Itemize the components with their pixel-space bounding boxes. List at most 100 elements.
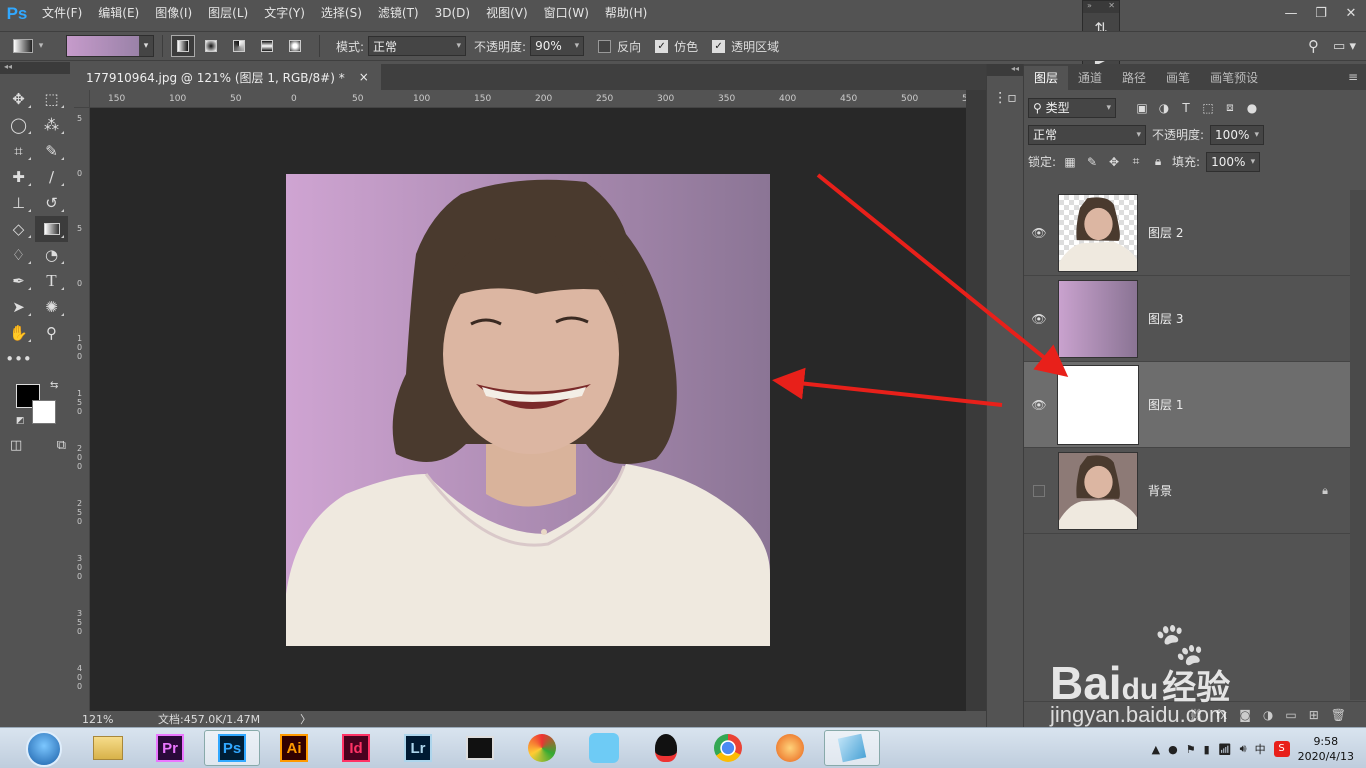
layer-name[interactable]: 图层 3 <box>1148 310 1183 327</box>
qq-icon[interactable] <box>638 730 694 766</box>
fill-input[interactable]: 100% ▾ <box>1206 151 1261 172</box>
taskbar-lightroom[interactable]: Lr <box>390 730 446 766</box>
canvas-scrollbar[interactable] <box>966 90 986 711</box>
document-tab[interactable]: 177910964.jpg @ 121% (图层 1, RGB/8#) * × <box>74 64 381 90</box>
gradient-tool-icon[interactable] <box>35 216 68 242</box>
linear-gradient-button[interactable] <box>171 35 195 57</box>
flag-icon[interactable]: ⚑ <box>1186 743 1196 756</box>
layer-name[interactable]: 图层 2 <box>1148 224 1183 241</box>
blur-tool-icon[interactable]: ♢ <box>2 242 35 268</box>
colorful-app-icon[interactable] <box>514 730 570 766</box>
taskbar-illustrator[interactable]: Ai <box>266 730 322 766</box>
tab-layers[interactable]: 图层 <box>1024 66 1069 90</box>
default-colors-icon[interactable]: ◩ <box>16 416 25 426</box>
menu-help[interactable]: 帮助(H) <box>597 0 655 27</box>
layer-style-icon[interactable]: fx <box>1216 708 1227 722</box>
tab-paths[interactable]: 路径 <box>1112 66 1156 90</box>
brush-tool-icon[interactable]: ∕ <box>35 164 68 190</box>
menu-window[interactable]: 窗口(W) <box>536 0 597 27</box>
chrome-icon[interactable] <box>700 730 756 766</box>
reverse-checkbox[interactable]: 反向 <box>598 38 641 55</box>
blend-mode-select[interactable]: 正常 ▾ <box>1028 124 1146 145</box>
type-filter-icon[interactable]: T <box>1178 100 1194 116</box>
more-tools-icon[interactable]: ••• <box>2 346 35 372</box>
layer-row[interactable]: 背景 🔒︎ <box>1024 448 1350 534</box>
shape-tool-icon[interactable]: ✺ <box>35 294 68 320</box>
volume-icon[interactable]: 🔊︎ <box>1240 742 1247 756</box>
new-group-icon[interactable]: ▭ <box>1285 708 1296 722</box>
taskbar-indesign[interactable]: Id <box>328 730 384 766</box>
reflected-gradient-button[interactable] <box>255 35 279 57</box>
close-button[interactable]: ✕ <box>1336 4 1366 24</box>
menu-type[interactable]: 文字(Y) <box>256 0 313 27</box>
sogou-ime-icon[interactable]: S <box>1273 741 1290 757</box>
adjustment-filter-icon[interactable]: ◑ <box>1156 100 1172 116</box>
transparency-checkbox[interactable]: ✓ 透明区域 <box>712 38 779 55</box>
history-brush-tool-icon[interactable]: ↺ <box>35 190 68 216</box>
layer-row-selected[interactable]: 👁︎ 图层 1 <box>1024 362 1350 448</box>
dock-header[interactable]: ◂◂ <box>987 64 1023 76</box>
layer-row[interactable]: 👁︎ 图层 2 <box>1024 190 1350 276</box>
diamond-gradient-button[interactable] <box>283 35 307 57</box>
zoom-tool-icon[interactable]: ⚲ <box>35 320 68 346</box>
input-method-indicator[interactable]: 中 <box>1255 741 1266 757</box>
marquee-tool-icon[interactable]: ⬚ <box>35 86 68 112</box>
layer-name[interactable]: 背景 <box>1148 482 1172 499</box>
dodge-tool-icon[interactable]: ◔ <box>35 242 68 268</box>
tab-channels[interactable]: 通道 <box>1068 66 1112 90</box>
tab-brush-presets[interactable]: 画笔预设 <box>1200 66 1268 90</box>
screen-mode-icon[interactable]: ⧉ <box>57 438 66 453</box>
minimize-button[interactable]: — <box>1276 4 1306 24</box>
new-layer-icon[interactable]: ⊞ <box>1309 708 1319 722</box>
layer-opacity-input[interactable]: 100% ▾ <box>1210 124 1265 145</box>
eye-icon[interactable]: 👁︎ <box>1024 226 1054 240</box>
start-button[interactable] <box>26 731 62 767</box>
radial-gradient-button[interactable] <box>199 35 223 57</box>
eye-icon[interactable]: 👁︎ <box>1024 312 1054 326</box>
smart-object-filter-icon[interactable]: ⧈ <box>1222 100 1238 116</box>
toolbar-header[interactable]: ◂◂ <box>0 62 70 74</box>
gradient-picker[interactable]: ▾ <box>66 35 154 57</box>
visibility-toggle[interactable] <box>1033 484 1045 497</box>
pen-tool-icon[interactable]: ✒ <box>2 268 35 294</box>
filter-toggle-icon[interactable]: ● <box>1244 100 1260 116</box>
menu-file[interactable]: 文件(F) <box>34 0 90 27</box>
tool-preset-picker[interactable]: ▾ <box>0 34 56 58</box>
shape-filter-icon[interactable]: ⬚ <box>1200 100 1216 116</box>
battery-icon[interactable]: ▮ <box>1204 743 1210 756</box>
background-color[interactable] <box>32 400 56 424</box>
lock-position-icon[interactable]: ✥ <box>1106 154 1122 170</box>
properties-icon[interactable]: ⋮▫ <box>987 90 1023 106</box>
menu-select[interactable]: 选择(S) <box>313 0 370 27</box>
notes-app-icon[interactable] <box>824 730 880 766</box>
layer-name[interactable]: 图层 1 <box>1148 396 1183 413</box>
lasso-tool-icon[interactable]: ◯ <box>2 112 35 138</box>
clone-stamp-tool-icon[interactable]: ⊥ <box>2 190 35 216</box>
lock-transparent-icon[interactable]: ▦ <box>1062 154 1078 170</box>
search-icon[interactable]: ⚲ <box>1308 37 1319 55</box>
menu-image[interactable]: 图像(I) <box>147 0 200 27</box>
panel-menu-icon[interactable]: ≡ <box>1348 70 1358 84</box>
angle-gradient-button[interactable] <box>227 35 251 57</box>
zoom-level[interactable]: 121% <box>74 713 134 726</box>
pixel-filter-icon[interactable]: ▣ <box>1134 100 1150 116</box>
menu-edit[interactable]: 编辑(E) <box>90 0 147 27</box>
quick-select-tool-icon[interactable]: ⁂ <box>35 112 68 138</box>
lock-artboard-icon[interactable]: ⌗ <box>1128 154 1144 170</box>
crop-tool-icon[interactable]: ⌗ <box>2 138 35 164</box>
taskbar-premiere[interactable]: Pr <box>142 730 198 766</box>
status-menu-arrow[interactable]: 〉 <box>300 711 311 727</box>
network-icon[interactable]: 📶︎ <box>1218 743 1232 756</box>
canvas-area[interactable] <box>90 108 966 711</box>
menu-3d[interactable]: 3D(D) <box>427 0 478 27</box>
opacity-input[interactable]: 90% ▾ <box>530 36 585 56</box>
clock[interactable]: 9:58 2020/4/13 <box>1298 734 1354 764</box>
menu-view[interactable]: 视图(V) <box>478 0 536 27</box>
move-tool-icon[interactable]: ✥ <box>2 86 35 112</box>
dither-checkbox[interactable]: ✓ 仿色 <box>655 38 698 55</box>
add-mask-icon[interactable]: ◙ <box>1239 708 1251 722</box>
link-layers-icon[interactable]: ⛓ <box>1189 708 1204 722</box>
qq-tray-icon[interactable]: ● <box>1168 743 1178 756</box>
lock-pixels-icon[interactable]: ✎ <box>1084 154 1100 170</box>
layers-scrollbar[interactable] <box>1350 190 1366 700</box>
